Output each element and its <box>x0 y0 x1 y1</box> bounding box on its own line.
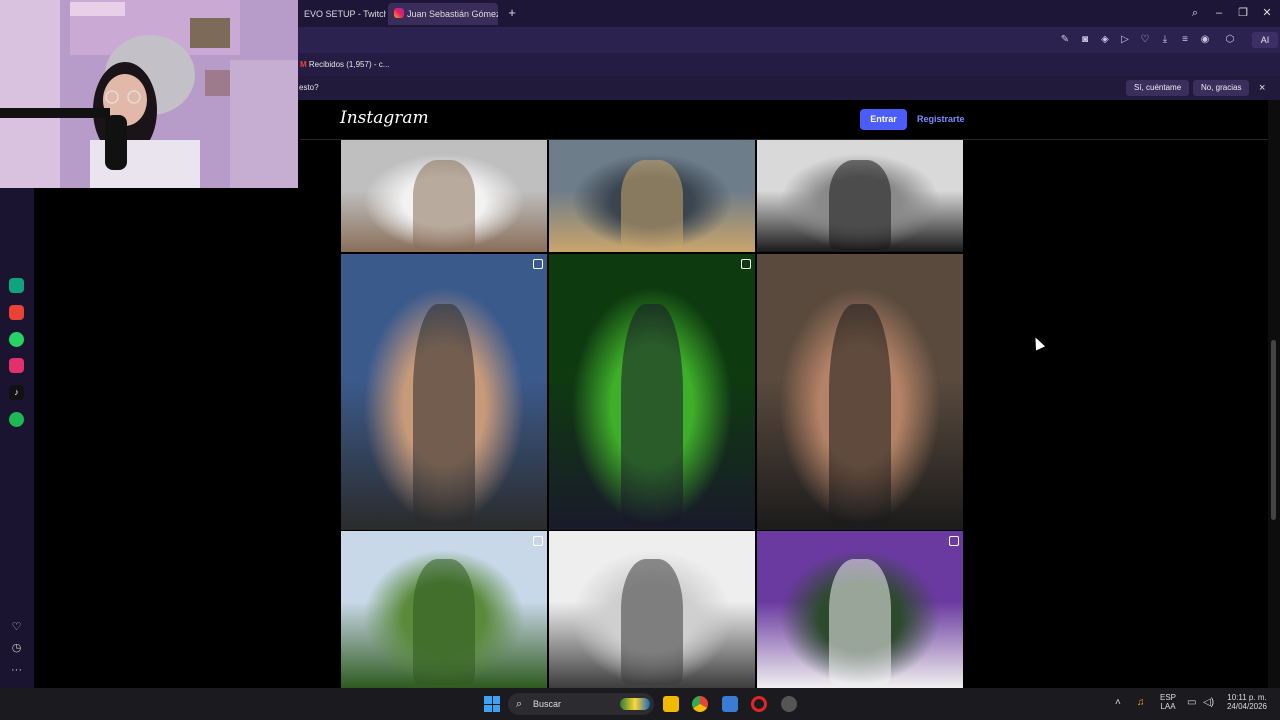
new-tab-button[interactable]: + <box>505 6 519 20</box>
clock[interactable]: 10:11 p. m. 24/04/2026 <box>1222 693 1272 711</box>
camera-icon[interactable]: ◙ <box>1078 33 1092 47</box>
language-indicator[interactable]: ESP LAA <box>1156 693 1180 711</box>
tab-twitch[interactable]: EVO SETUP - Twitch <box>298 3 386 25</box>
whatsapp-icon[interactable] <box>9 332 24 347</box>
login-button[interactable]: Entrar <box>860 109 907 130</box>
close-notification-icon[interactable]: × <box>1259 76 1265 100</box>
post-thumbnail-arm-watch[interactable] <box>341 140 547 252</box>
post-subject <box>829 303 891 525</box>
instagram-header: Instagram Entrar Registrarte <box>300 100 1268 140</box>
post-subject <box>413 303 475 525</box>
language-top: ESP <box>1159 693 1176 702</box>
multi-post-icon <box>533 536 543 546</box>
signup-link[interactable]: Registrarte <box>917 109 965 130</box>
edit-icon[interactable]: ✎ <box>1058 33 1072 47</box>
post-subject <box>829 559 891 685</box>
post-subject <box>621 160 683 250</box>
post-thumbnail-stairs[interactable] <box>757 140 963 252</box>
microphone-icon[interactable]: ♫ <box>1137 697 1145 708</box>
tab-instagram[interactable]: Juan Sebastián Gómez (@ <box>388 3 498 25</box>
post-thumbnail-sneaker-closet[interactable] <box>549 531 755 688</box>
ai-button[interactable]: AI <box>1252 32 1278 48</box>
taskbar-search[interactable]: ⌕ Buscar <box>508 693 654 715</box>
chrome-icon[interactable] <box>692 696 708 712</box>
post-subject <box>413 559 475 685</box>
search-tabs-icon[interactable]: ⌕ <box>1187 5 1203 21</box>
store-icon[interactable] <box>722 696 738 712</box>
post-thumbnail-suit-garden[interactable] <box>549 254 755 530</box>
shield-icon[interactable]: ◈ <box>1098 33 1112 47</box>
minimize-icon[interactable]: – <box>1211 5 1227 21</box>
taskbar-search-label: Buscar <box>533 699 562 709</box>
gmail-icon: M <box>300 60 307 69</box>
bookmark-gmail[interactable]: M Recibidos (1,957) - c... <box>300 53 389 76</box>
more-icon[interactable]: ··· <box>9 663 24 678</box>
search-highlight-icon <box>620 698 650 710</box>
heart-icon[interactable]: ♡ <box>9 620 24 635</box>
webcam-overlay <box>0 0 298 188</box>
clock-time: 10:11 p. m. <box>1227 693 1267 702</box>
multi-post-icon <box>533 259 543 269</box>
instagram-logo[interactable]: Instagram <box>340 108 429 128</box>
post-subject <box>621 559 683 685</box>
language-bottom: LAA <box>1160 702 1176 711</box>
extensions-icon[interactable]: ⬡ <box>1223 33 1237 47</box>
chatgpt-icon[interactable] <box>9 278 24 293</box>
multi-post-icon <box>741 259 751 269</box>
post-subject <box>829 160 891 250</box>
opera-icon[interactable] <box>751 696 767 712</box>
scroll-thumb[interactable] <box>1271 340 1276 520</box>
windows-taskbar: ⌕ Buscar ˄ ♫ ESP LAA ▭ ◁) 10:11 p. m. 24… <box>0 688 1280 720</box>
instagram-icon[interactable] <box>9 358 24 373</box>
post-subject <box>621 303 683 525</box>
windows-start-icon[interactable] <box>484 696 500 712</box>
post-thumbnail-group-photo[interactable] <box>757 531 963 688</box>
post-thumbnail-drink-lake[interactable] <box>549 140 755 252</box>
clock-date: 24/04/2026 <box>1226 702 1268 711</box>
notification-text: esto? <box>299 83 319 92</box>
spotify-icon[interactable] <box>9 412 24 427</box>
tray-chevron-icon[interactable]: ˄ <box>1115 697 1121 708</box>
post-thumbnail-shirtless-gym-dumbbells[interactable] <box>757 254 963 530</box>
bookmark-gmail-label: Recibidos (1,957) - c... <box>308 60 390 69</box>
file-explorer-icon[interactable] <box>663 696 679 712</box>
profile-icon[interactable]: ◉ <box>1198 33 1212 47</box>
volume-icon[interactable]: ◁) <box>1203 697 1214 708</box>
streamer-webcam-image <box>0 0 298 188</box>
multi-post-icon <box>949 536 959 546</box>
tiktok-icon[interactable]: ♪ <box>9 385 24 400</box>
post-thumbnail-shirtless-gym-sunglasses[interactable] <box>341 254 547 530</box>
instagram-favicon-icon <box>394 8 404 18</box>
obs-icon[interactable] <box>781 696 797 712</box>
menu-icon[interactable]: ≡ <box>1178 33 1192 47</box>
close-icon[interactable]: ✕ <box>1259 5 1275 21</box>
decline-button[interactable]: No, gracias <box>1193 80 1250 96</box>
history-icon[interactable]: ◷ <box>9 641 24 656</box>
post-subject <box>413 160 475 250</box>
download-icon[interactable]: ⤓ <box>1158 33 1172 47</box>
gmail-icon[interactable] <box>9 305 24 320</box>
search-icon: ⌕ <box>516 698 523 710</box>
play-icon[interactable]: ▷ <box>1118 33 1132 47</box>
network-icon[interactable]: ▭ <box>1187 697 1196 708</box>
heart-icon[interactable]: ♡ <box>1138 33 1152 47</box>
post-thumbnail-countryside[interactable] <box>341 531 547 688</box>
browser-sidebar: ♪ ♡ ◷ ··· <box>0 100 34 688</box>
maximize-icon[interactable]: ❐ <box>1235 5 1251 21</box>
accept-button[interactable]: Sí, cuéntame <box>1126 80 1190 96</box>
scrollbar[interactable] <box>1268 100 1280 688</box>
tab-twitch-label: EVO SETUP - Twitch <box>304 9 386 19</box>
tab-instagram-label: Juan Sebastián Gómez (@ <box>407 9 498 19</box>
